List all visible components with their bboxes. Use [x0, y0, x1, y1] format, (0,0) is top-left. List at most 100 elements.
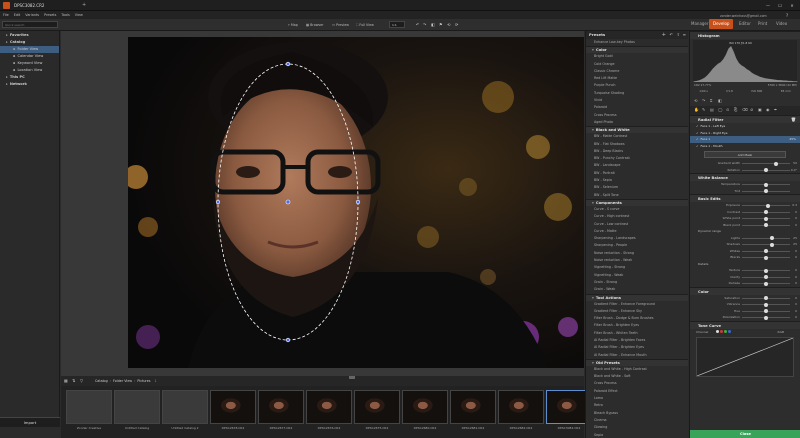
preset-item[interactable]: Gradient Filter - Enhance Foreground — [586, 301, 688, 308]
add-preset-icon[interactable]: + — [662, 31, 666, 39]
maximize-icon[interactable]: ☐ — [774, 0, 786, 11]
photo-thumbnail[interactable] — [306, 390, 352, 424]
preset-item[interactable]: Curve - Low contrast — [586, 221, 688, 228]
preset-item[interactable]: Cold Orange — [586, 61, 688, 68]
slider-handle[interactable] — [764, 216, 768, 221]
gradient-icon[interactable]: ▤ — [710, 107, 714, 112]
slider-handle[interactable] — [764, 223, 768, 227]
radial-mask-item[interactable]: ✓ Face 1 - Mouth — [690, 143, 800, 150]
slider-track[interactable] — [742, 163, 790, 164]
tree-item-catalog[interactable]: ▸ Catalog — [0, 39, 59, 46]
tree-item-keyword-view[interactable]: ▪ Keyword View — [0, 60, 59, 67]
compare-icon[interactable]: ◧ — [431, 21, 435, 29]
menu-file[interactable]: File — [3, 11, 9, 19]
close-icon[interactable]: ✕ — [786, 0, 798, 11]
preset-item[interactable]: Cinema — [586, 417, 688, 424]
window-tab-add-icon[interactable]: + — [82, 0, 86, 11]
import-preset-icon[interactable]: ⇪ — [677, 31, 680, 39]
preset-section-old-presets[interactable]: ▾ Old Presets — [586, 358, 688, 366]
photo-thumbnail[interactable] — [210, 390, 256, 424]
back-icon[interactable]: ↶ — [670, 31, 673, 39]
slider-handle[interactable] — [764, 275, 768, 279]
search-input[interactable]: Quick search — [5, 22, 24, 28]
preset-item[interactable]: BW - Split Tone — [586, 192, 688, 199]
folder-thumbnail[interactable] — [114, 390, 160, 424]
clone-icon[interactable]: ⎘ — [734, 107, 737, 112]
check-icon[interactable]: ✓ — [696, 124, 699, 128]
preset-item[interactable]: Sharpening - Landscapes — [586, 235, 688, 242]
menu-presets[interactable]: Presets — [44, 11, 56, 19]
slider-value[interactable]: 0 — [795, 314, 797, 321]
preset-item[interactable]: BW - Landscape — [586, 162, 688, 169]
check-icon[interactable]: ✓ — [696, 144, 699, 148]
preset-item[interactable]: Gradient Filter - Enhance Sky — [586, 308, 688, 315]
preset-item[interactable]: Cross Process — [586, 112, 688, 119]
preset-item[interactable]: Filter Brush - Whiten Teeth — [586, 330, 688, 337]
preset-item[interactable]: Noise reduction - Strong — [586, 250, 688, 257]
basic-edits-header[interactable]: Basic Edits — [690, 194, 800, 202]
close-button[interactable]: Close — [690, 430, 800, 438]
sort-icon[interactable]: ⇅ — [72, 377, 75, 385]
slider-handle[interactable] — [764, 182, 768, 187]
undo-icon[interactable]: ↶ — [416, 21, 419, 29]
tree-item-calendar-view[interactable]: ▪ Calendar View — [0, 53, 59, 60]
slider-handle[interactable] — [764, 302, 768, 307]
slider-handle[interactable] — [764, 296, 768, 300]
tree-item-location-view[interactable]: ▪ Location View — [0, 67, 59, 74]
preset-item[interactable]: Aged Photo — [586, 119, 688, 126]
flag-icon[interactable]: ⚑ — [439, 21, 443, 29]
rotate-icon[interactable]: ⟲ — [694, 98, 697, 103]
zoom-select[interactable]: 1:1 — [389, 21, 405, 28]
preset-item[interactable]: Curve - Matte — [586, 228, 688, 235]
selection-icon[interactable]: ▣ — [758, 107, 762, 112]
compare-icon[interactable]: ◧ — [718, 98, 722, 103]
photo-viewer[interactable] — [128, 37, 584, 368]
preset-item[interactable]: Polaroid Effect — [586, 388, 688, 395]
slider-track[interactable] — [742, 237, 790, 239]
menu-view[interactable]: View — [75, 11, 83, 19]
preset-item[interactable]: Vignetting - Strong — [586, 264, 688, 271]
photo-thumbnail[interactable] — [498, 390, 544, 424]
slider-handle[interactable] — [769, 242, 774, 247]
preset-item[interactable]: BW - Sepia — [586, 177, 688, 184]
pen-icon[interactable]: ✒ — [774, 107, 777, 112]
preset-item[interactable]: Grain - Weak — [586, 286, 688, 293]
preset-item[interactable]: Enhance Low-key Photos — [586, 39, 688, 46]
preset-item[interactable]: BW - Matte Contrast — [586, 133, 688, 140]
menu-icon[interactable]: ≡ — [683, 31, 686, 39]
brush-icon[interactable]: ✎ — [702, 107, 705, 112]
import-button[interactable]: Import — [0, 417, 60, 427]
eyedropper-icon[interactable]: ⊘ — [750, 107, 753, 112]
map-button[interactable]: ⌖ Map — [288, 21, 298, 29]
preset-item[interactable]: Vivid — [586, 97, 688, 104]
tab-print[interactable]: Print — [754, 19, 771, 29]
slider-handle[interactable] — [769, 236, 774, 240]
histogram-section-header[interactable]: Histogram — [690, 31, 800, 39]
preset-item[interactable]: Bright Gold — [586, 53, 688, 60]
filter-icon[interactable]: ▽ — [80, 377, 83, 385]
radial-filter-header[interactable]: Radial Filter 🗑 — [690, 115, 800, 123]
preset-item[interactable]: BW - Selenium — [586, 184, 688, 191]
fullview-button[interactable]: ⛶ Full View — [356, 21, 374, 29]
preset-item[interactable]: Curve - High contrast — [586, 213, 688, 220]
redo-icon[interactable]: ↷ — [702, 98, 705, 103]
preset-item[interactable]: AI Radial Filter - Brighten Faces — [586, 337, 688, 344]
preset-item[interactable]: AI Radial Filter - Enhance Mouth — [586, 352, 688, 359]
photo-thumbnail[interactable] — [258, 390, 304, 424]
preset-item[interactable]: Sharpening - People — [586, 242, 688, 249]
preset-item[interactable]: Red Lift Matte — [586, 75, 688, 82]
preset-section-tool-actions[interactable]: ▾ Tool Actions — [586, 293, 688, 301]
crop-icon[interactable]: ⌗ — [710, 98, 712, 103]
redo-icon[interactable]: ↷ — [423, 21, 426, 29]
tone-curve-graph[interactable] — [696, 336, 794, 377]
rotate-right-icon[interactable]: ⟳ — [455, 21, 458, 29]
preset-item[interactable]: Noise reduction - Weak — [586, 257, 688, 264]
preset-item[interactable]: Bleach Bypass — [586, 410, 688, 417]
slider-handle[interactable] — [764, 249, 768, 253]
check-icon[interactable]: ✓ — [696, 137, 699, 141]
preset-item[interactable]: Filter Brush - Dodge & Burn Brushes — [586, 315, 688, 322]
preset-item[interactable]: BW - Punchy Contrast — [586, 155, 688, 162]
tree-item-network[interactable]: ▸ Network — [0, 81, 59, 88]
tree-item-this-pc[interactable]: ▸ This PC — [0, 74, 59, 81]
channel-dots[interactable] — [716, 329, 731, 334]
